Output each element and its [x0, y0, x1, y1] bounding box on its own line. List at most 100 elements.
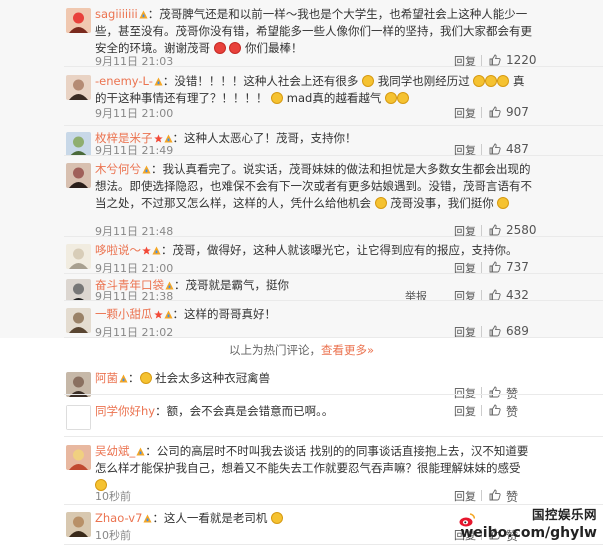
heart-emoji-icon — [213, 42, 226, 54]
avatar-woman-icon[interactable] — [66, 75, 91, 100]
comment-text-fragment: ：这种人太恶心了！茂哥，支持你！ — [172, 131, 357, 145]
comment-body: -enemy-L- ：没错！！！！这种人社会上还有很多 我同学也刚经历过 真的干这… — [95, 73, 535, 107]
comment-text-fragment: ：公司的高层时不时叫我去谈话 找别的的同事谈话直接抱上去，汉不知道要怎么样才能保… — [95, 444, 529, 475]
comment-text-fragment: ：茂哥脾气还是和以前一样～我也是个大学生，也希望社会上这种人能少一些，甚至没有。… — [95, 7, 532, 55]
comment-text-fragment: 社会太多这种衣冠禽兽 — [151, 371, 271, 385]
action-divider — [481, 405, 482, 416]
angry-face-emoji-icon — [271, 512, 284, 524]
angry-face-emoji-icon — [497, 75, 510, 87]
comment-text-fragment: ：没错！！！！这种人社会上还有很多 — [162, 74, 363, 88]
like-count[interactable]: 赞 — [506, 488, 518, 505]
comment-text-fragment: ：茂哥，做得好，这种人就该曝光它，让它得到应有的报应，支持你。 — [161, 243, 518, 257]
reply-button[interactable]: 回复 — [454, 105, 476, 121]
avatar-scene-icon[interactable] — [66, 132, 91, 157]
action-divider — [481, 144, 482, 155]
angry-face-emoji-icon — [139, 372, 152, 384]
avatar-girl-dark-icon[interactable] — [66, 163, 91, 188]
comment-username[interactable]: 阿菌 — [95, 371, 118, 385]
thumbs-up-icon[interactable] — [489, 224, 501, 236]
thumbs-up-icon[interactable] — [489, 261, 501, 273]
comment-text-fragment: ：额，会不会真是会错意而已啊。。 — [155, 404, 334, 418]
angry-face-emoji-icon — [271, 92, 284, 104]
comment-username[interactable]: -enemy-L- — [95, 74, 153, 88]
comment-username[interactable]: Zhao-v7 — [95, 511, 142, 525]
comment-body: sagiiiiiii ：茂哥脾气还是和以前一样～我也是个大学生，也希望社会上这种人… — [95, 6, 535, 57]
hot-comment-item: -enemy-L- ：没错！！！！这种人社会上还有很多 我同学也刚经历过 真的干这… — [0, 67, 603, 126]
like-count[interactable]: 907 — [506, 105, 529, 119]
comment-text-fragment: 茂哥没事，我们挺你 — [386, 196, 498, 210]
angry-face-emoji-icon — [473, 75, 486, 87]
comment-body: 哆啦说～ ：茂哥，做得好，这种人就该曝光它，让它得到应有的报应，支持你。 — [95, 242, 535, 259]
vip-badge-icon — [119, 371, 128, 383]
avatar-flowers-icon[interactable] — [66, 445, 91, 470]
comment-username[interactable]: 木兮何兮 — [95, 162, 141, 176]
thumbs-up-icon[interactable] — [489, 54, 501, 66]
vip-badge-icon — [136, 444, 145, 456]
comment-text-fragment: 我同学也刚经历过 — [374, 74, 474, 88]
thumbs-up-icon[interactable] — [489, 489, 501, 501]
vip-badge-icon — [139, 7, 148, 19]
like-count[interactable]: 赞 — [506, 403, 518, 420]
like-count[interactable]: 689 — [506, 324, 529, 338]
comment-text-fragment: 你们最棒！ — [241, 41, 303, 55]
angry-face-emoji-icon — [497, 197, 510, 209]
action-divider — [481, 490, 482, 501]
comment-time: 10秒前 — [95, 529, 131, 542]
angry-face-emoji-icon — [385, 92, 398, 104]
recent-comment-item: 阿菌： 社会太多这种衣冠禽兽 回复赞 — [0, 364, 603, 401]
avatar-light-icon[interactable] — [66, 244, 91, 269]
comment-time: 9月11日 21:00 — [95, 107, 174, 120]
comment-body: 木兮何兮 ：我认真看完了。说实话，茂哥妹妹的做法和担忧是大多数女生都会出现的想法。… — [95, 161, 535, 212]
comment-username[interactable]: 一颗小甜瓜 — [95, 307, 153, 321]
comment-text-fragment: ：这样的哥哥真好！ — [172, 307, 277, 321]
comment-body: 吴幼斌_ ：公司的高层时不时叫我去谈话 找别的的同事谈话直接抱上去，汉不知道要怎么… — [95, 443, 535, 494]
vip-badge-icon — [163, 131, 173, 143]
like-count[interactable]: 487 — [506, 142, 529, 156]
comment-text-fragment: mad真的越看越气 — [283, 91, 386, 105]
comment-separator — [64, 337, 603, 338]
recent-comment-item: 吴幼斌_ ：公司的高层时不时叫我去谈话 找别的的同事谈话直接抱上去，汉不知道要怎么… — [0, 437, 603, 505]
comment-body: 一颗小甜瓜 ：这样的哥哥真好！ — [95, 306, 535, 323]
reply-button[interactable]: 回复 — [454, 403, 476, 419]
vip-badge-icon — [154, 74, 163, 86]
star-badge-icon — [142, 243, 151, 255]
comment-username[interactable]: 吴幼斌_ — [95, 444, 135, 458]
angry-face-emoji-icon — [397, 92, 410, 104]
comment-time: 10秒前 — [95, 490, 131, 503]
comment-text-fragment: ： — [128, 371, 140, 385]
vip-badge-icon — [152, 243, 161, 255]
action-divider — [481, 326, 482, 337]
avatar-hair-icon[interactable] — [66, 308, 91, 333]
hot-comment-item: sagiiiiiii ：茂哥脾气还是和以前一样～我也是个大学生，也希望社会上这种人… — [0, 0, 603, 68]
angry-face-emoji-icon — [374, 197, 387, 209]
recent-comment-item: 同学你好hy：额，会不会真是会错意而已啊。。 回复 赞 — [0, 395, 603, 437]
comment-text-fragment: ：茂哥就是霸气，挺你 — [174, 278, 289, 292]
hot-comment-item: 木兮何兮 ：我认真看完了。说实话，茂哥妹妹的做法和担忧是大多数女生都会出现的想法。… — [0, 156, 603, 238]
action-divider — [481, 225, 482, 236]
like-count[interactable]: 1220 — [506, 53, 537, 67]
thumbs-up-icon[interactable] — [489, 143, 501, 155]
comment-text-fragment: ：这人一看就是老司机 — [152, 511, 272, 525]
comment-username[interactable]: sagiiiiiii — [95, 7, 138, 21]
thumbs-up-icon[interactable] — [489, 325, 501, 337]
avatar-blank-icon[interactable] — [66, 405, 91, 430]
action-divider — [481, 262, 482, 273]
view-more-link[interactable]: 查看更多» — [321, 343, 374, 357]
star-badge-icon — [153, 307, 163, 319]
angry-face-emoji-icon — [362, 75, 375, 87]
avatar-girl-red-icon[interactable] — [66, 8, 91, 33]
action-divider — [481, 55, 482, 66]
star-badge-icon — [153, 131, 163, 143]
comment-username[interactable]: 同学你好hy — [95, 404, 155, 418]
vip-badge-icon — [142, 162, 151, 174]
reply-button[interactable]: 回复 — [454, 488, 476, 504]
avatar-man2-icon[interactable] — [66, 512, 91, 537]
thumbs-up-icon[interactable] — [489, 404, 501, 416]
hot-comment-item: 一颗小甜瓜 ：这样的哥哥真好！ 9月11日 21:02 回复 689 — [0, 301, 603, 339]
like-count[interactable]: 737 — [506, 260, 529, 274]
comment-username[interactable]: 哆啦说～ — [95, 243, 141, 257]
thumbs-up-icon[interactable] — [489, 106, 501, 118]
hot-comments-note: 以上为热门评论， — [228, 343, 321, 357]
watermark-url: weibo.com/ghylw — [460, 525, 597, 541]
like-count[interactable]: 2580 — [506, 223, 537, 237]
